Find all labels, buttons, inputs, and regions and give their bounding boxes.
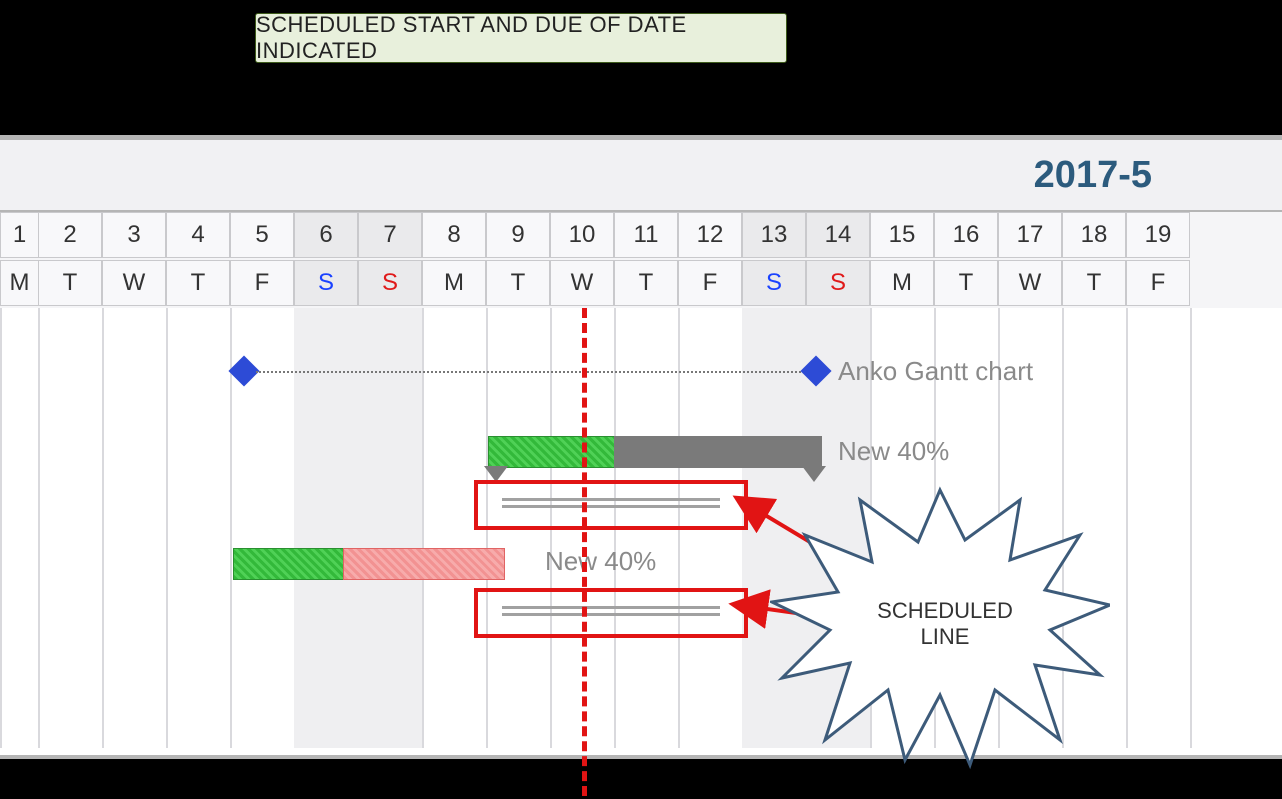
day-number-cell: 3 (102, 212, 166, 258)
parent-task-label: Anko Gantt chart (838, 356, 1033, 387)
grid-line (38, 308, 40, 748)
day-number-cell: 13 (742, 212, 806, 258)
day-number-cell: 12 (678, 212, 742, 258)
grid-line (166, 308, 168, 748)
task-2-label: New 40% (545, 546, 656, 577)
period-row: 2017-5 (0, 140, 1282, 212)
day-of-week-cell: M (422, 260, 486, 306)
title-box: SCHEDULED START AND DUE OF DATE INDICATE… (255, 13, 787, 63)
day-number-cell: 9 (486, 212, 550, 258)
grid-line (102, 308, 104, 748)
day-of-week-cell: W (998, 260, 1062, 306)
weekend-column (294, 308, 358, 748)
day-number-cell: 11 (614, 212, 678, 258)
task-bar-1[interactable] (488, 436, 822, 468)
grid-line (1190, 308, 1192, 748)
day-of-week-cell: F (230, 260, 294, 306)
callout-box-1 (474, 480, 748, 530)
day-of-week-cell: S (806, 260, 870, 306)
grid-line (1126, 308, 1128, 748)
day-of-week-cell: F (678, 260, 742, 306)
day-number-cell: 17 (998, 212, 1062, 258)
summary-span (256, 371, 808, 373)
day-number-cell: 16 (934, 212, 998, 258)
day-number-cell: 6 (294, 212, 358, 258)
weekend-column (358, 308, 422, 748)
title-text: SCHEDULED START AND DUE OF DATE INDICATE… (256, 12, 786, 64)
day-of-week-cell: T (166, 260, 230, 306)
day-of-week-cell: W (102, 260, 166, 306)
period-label: 2017-5 (1034, 154, 1152, 197)
task-bar-2[interactable] (233, 548, 503, 580)
day-of-week-cell: M (0, 260, 38, 306)
starburst-callout: SCHEDULED LINE (770, 480, 1110, 770)
day-number-cell: 7 (358, 212, 422, 258)
day-number-cell: 19 (1126, 212, 1190, 258)
day-number-cell: 1 (0, 212, 38, 258)
day-of-week-cell: T (1062, 260, 1126, 306)
day-of-week-cell: S (358, 260, 422, 306)
day-of-week-cell: T (614, 260, 678, 306)
day-number-cell: 8 (422, 212, 486, 258)
day-number-cell: 4 (166, 212, 230, 258)
day-number-cell: 5 (230, 212, 294, 258)
day-of-week-cell: S (742, 260, 806, 306)
day-of-week-cell: T (486, 260, 550, 306)
starburst-text: SCHEDULED LINE (855, 598, 1035, 650)
day-of-week-cell: T (38, 260, 102, 306)
grid-line (422, 308, 424, 748)
today-line (582, 308, 587, 796)
day-number-cell: 15 (870, 212, 934, 258)
day-of-week-cell: W (550, 260, 614, 306)
day-of-week-row: MTWTFSSMTWTFSSMTWTF (0, 260, 1282, 308)
task-1-label: New 40% (838, 436, 949, 467)
day-of-week-cell: F (1126, 260, 1190, 306)
day-number-cell: 10 (550, 212, 614, 258)
day-number-cell: 14 (806, 212, 870, 258)
day-of-week-cell: T (934, 260, 998, 306)
day-of-week-cell: M (870, 260, 934, 306)
grid-line (0, 308, 2, 748)
summary-start-diamond-icon (228, 355, 259, 386)
day-number-row: 12345678910111213141516171819 (0, 212, 1282, 260)
day-number-cell: 18 (1062, 212, 1126, 258)
day-of-week-cell: S (294, 260, 358, 306)
callout-box-2 (474, 588, 748, 638)
day-number-cell: 2 (38, 212, 102, 258)
